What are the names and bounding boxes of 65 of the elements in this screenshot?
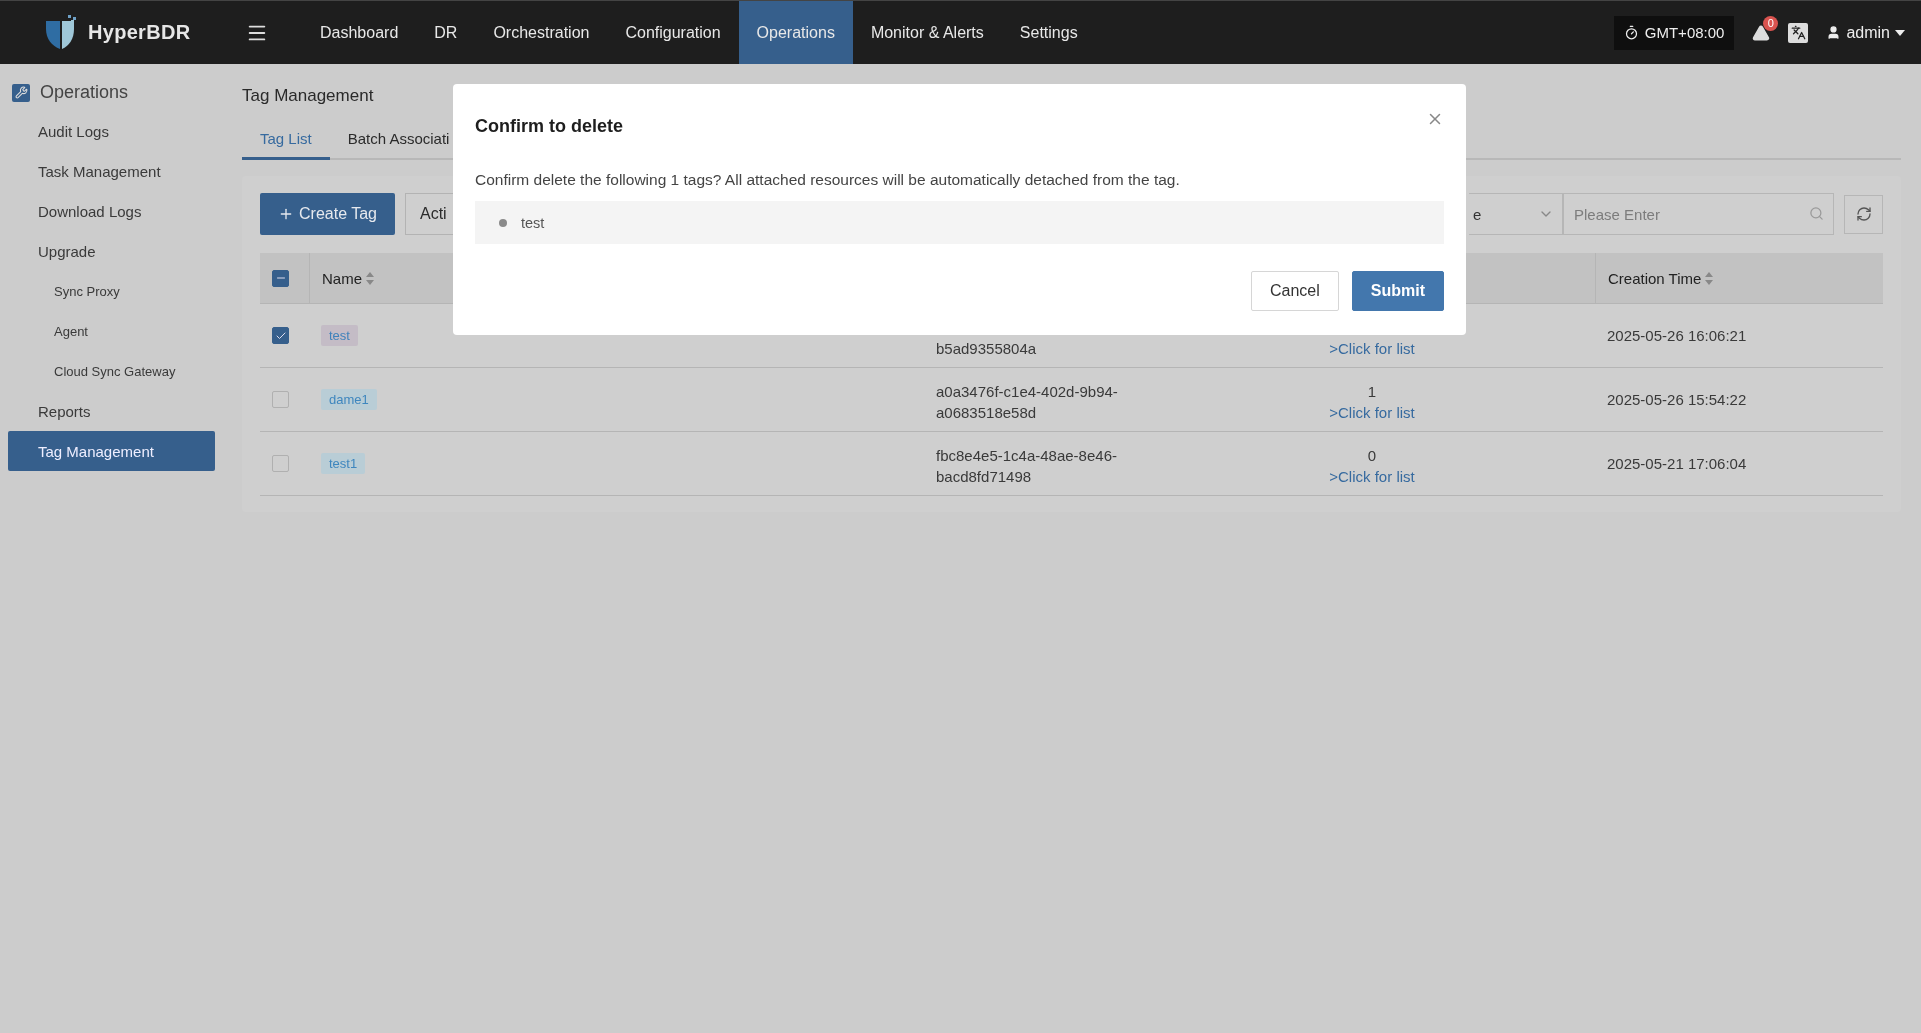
translate-icon[interactable]	[1788, 22, 1809, 43]
id-text: b5ad9355804a	[936, 339, 1037, 359]
row-checkbox[interactable]	[272, 391, 289, 408]
refresh-button[interactable]	[1844, 194, 1883, 234]
row-checkbox[interactable]	[272, 455, 289, 472]
timezone-button[interactable]: GMT+08:00	[1613, 15, 1735, 50]
id-text: fbc8e4e5-1c4a-48ae-8e46-bacd8fd71498	[936, 446, 1118, 487]
wrench-icon	[12, 83, 30, 102]
nav-item[interactable]: Dashboard	[302, 1, 417, 64]
list-link[interactable]: >Click for list	[1329, 402, 1415, 423]
count-text: 1	[1367, 382, 1377, 402]
refresh-icon	[1855, 206, 1872, 222]
sidebar-item[interactable]: Sync Proxy	[8, 271, 215, 311]
sidebar-item[interactable]: Tag Management	[8, 431, 215, 471]
id-text: a0a3476f-c1e4-402d-9b94-a0683518e58d	[936, 382, 1119, 423]
user-menu[interactable]: admin	[1826, 23, 1905, 42]
tag-chip: test1	[321, 453, 366, 474]
filter-select[interactable]: e	[1469, 193, 1563, 235]
list-link[interactable]: >Click for list	[1329, 466, 1415, 487]
nav-item[interactable]: Operations	[738, 1, 853, 64]
tab[interactable]: Batch Associati	[329, 120, 468, 160]
plus-icon	[278, 206, 294, 222]
list-link[interactable]: >Click for list	[1329, 338, 1415, 359]
sidebar-item[interactable]: Download Logs	[8, 191, 215, 231]
sort-icon[interactable]	[366, 271, 374, 285]
nav-item[interactable]: Configuration	[607, 1, 739, 64]
dialog-title: Confirm to delete	[475, 116, 623, 137]
nav-item[interactable]: Settings	[1001, 1, 1096, 64]
sidebar-item[interactable]: Agent	[8, 311, 215, 351]
creation-time-text: 2025-05-26 16:06:21	[1607, 326, 1747, 346]
sidebar-item[interactable]: Task Management	[8, 151, 215, 191]
select-all-checkbox[interactable]	[272, 269, 289, 287]
sidebar-item[interactable]: Upgrade	[8, 231, 215, 271]
tag-chip: dame1	[321, 389, 377, 410]
caret-icon	[1895, 29, 1905, 36]
sidebar-title: Operations	[40, 82, 129, 103]
shield-logo-icon	[44, 14, 78, 51]
timer-icon	[1623, 25, 1639, 40]
column-header[interactable]: Creation Time	[1608, 269, 1702, 287]
dialog-message: Confirm delete the following 1 tags? All attached resources will be automatically detached from the tag.	[475, 171, 1181, 189]
nav-item[interactable]: DR	[416, 1, 476, 64]
sidebar-item[interactable]: Audit Logs	[8, 111, 215, 151]
creation-time-text: 2025-05-26 15:54:22	[1607, 390, 1747, 410]
cancel-button[interactable]: Cancel	[1250, 271, 1339, 311]
brand-name: HyperBDR	[88, 21, 191, 44]
tag-chip: test	[321, 325, 358, 346]
count-text: 0	[1367, 446, 1377, 466]
sort-icon[interactable]	[1705, 271, 1714, 285]
row-checkbox[interactable]	[272, 327, 289, 344]
sidebar-item[interactable]: Cloud Sync Gateway	[8, 351, 215, 391]
bullet-dot-icon	[499, 218, 507, 227]
creation-time-text: 2025-05-21 17:06:04	[1607, 454, 1747, 474]
page-title: Tag Management	[242, 86, 375, 106]
tag-name-text: test	[521, 214, 545, 231]
sidebar-item[interactable]: Reports	[8, 391, 215, 431]
submit-button[interactable]: Submit	[1351, 271, 1444, 311]
tab[interactable]: Tag List	[242, 120, 330, 160]
actions-button[interactable]: Acti	[405, 193, 453, 235]
search-field[interactable]: Please Enter	[1563, 193, 1834, 235]
alert-count-badge: 0	[1763, 15, 1779, 31]
nav-item[interactable]: Orchestration	[475, 1, 608, 64]
nav-item[interactable]: Monitor & Alerts	[852, 1, 1002, 64]
column-header[interactable]: Name	[322, 269, 362, 287]
create-tag-button[interactable]: Create Tag	[260, 193, 395, 235]
user-icon	[1826, 25, 1842, 40]
